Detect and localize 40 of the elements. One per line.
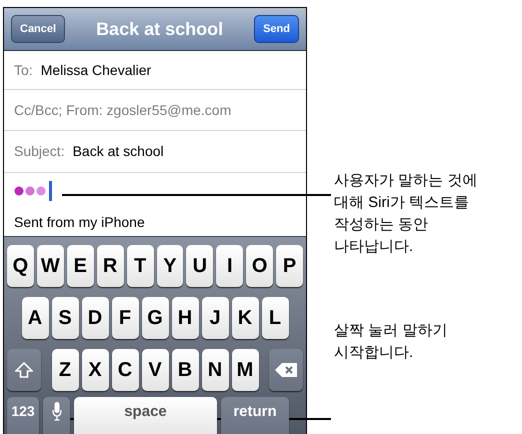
cancel-button[interactable]: Cancel [11, 15, 66, 43]
callout-text: 사용자가 말하는 것에 대해 Siri가 텍스트를 작성하는 동안 나타납니다. [334, 171, 478, 257]
key[interactable]: D [82, 297, 108, 339]
window-title: Back at school [96, 18, 224, 40]
key[interactable]: C [112, 349, 138, 391]
field-label: Subject: [14, 142, 65, 161]
signature-text: Sent from my iPhone [14, 215, 146, 229]
key[interactable]: E [66, 245, 94, 287]
key[interactable]: R [96, 245, 124, 287]
field-value[interactable]: Back at school [72, 141, 164, 162]
key[interactable]: Z [52, 349, 78, 391]
key[interactable]: B [172, 349, 198, 391]
field-label: Cc/Bcc; From: zgosler55@me.com [14, 100, 232, 120]
key[interactable]: J [202, 297, 228, 339]
key[interactable]: H [172, 297, 198, 339]
field-label: To: [14, 60, 33, 80]
key[interactable]: K [232, 297, 258, 339]
key[interactable]: V [142, 349, 168, 391]
callout-text: 살짝 눌러 말하기 시작합니다. [334, 321, 448, 363]
key[interactable]: S [52, 297, 78, 339]
field-value[interactable]: Melissa Chevalier [40, 60, 152, 80]
key[interactable]: T [126, 245, 154, 287]
key[interactable]: U [186, 245, 214, 287]
key[interactable]: Y [156, 245, 184, 287]
return-key[interactable]: return [221, 397, 289, 434]
key[interactable]: L [262, 297, 288, 339]
key[interactable]: I [216, 245, 244, 287]
key[interactable]: F [112, 297, 138, 339]
key[interactable]: O [246, 245, 274, 287]
key[interactable]: M [232, 349, 258, 391]
key[interactable]: X [82, 349, 108, 391]
key[interactable]: W [36, 245, 64, 287]
send-button[interactable]: Send [254, 15, 299, 43]
key[interactable]: P [276, 245, 304, 287]
space-key[interactable]: space [74, 397, 217, 434]
key[interactable]: Q [6, 245, 34, 287]
numbers-key[interactable]: 123 [7, 397, 39, 434]
key[interactable]: A [22, 297, 48, 339]
key[interactable]: G [142, 297, 168, 339]
key[interactable]: N [202, 349, 228, 391]
